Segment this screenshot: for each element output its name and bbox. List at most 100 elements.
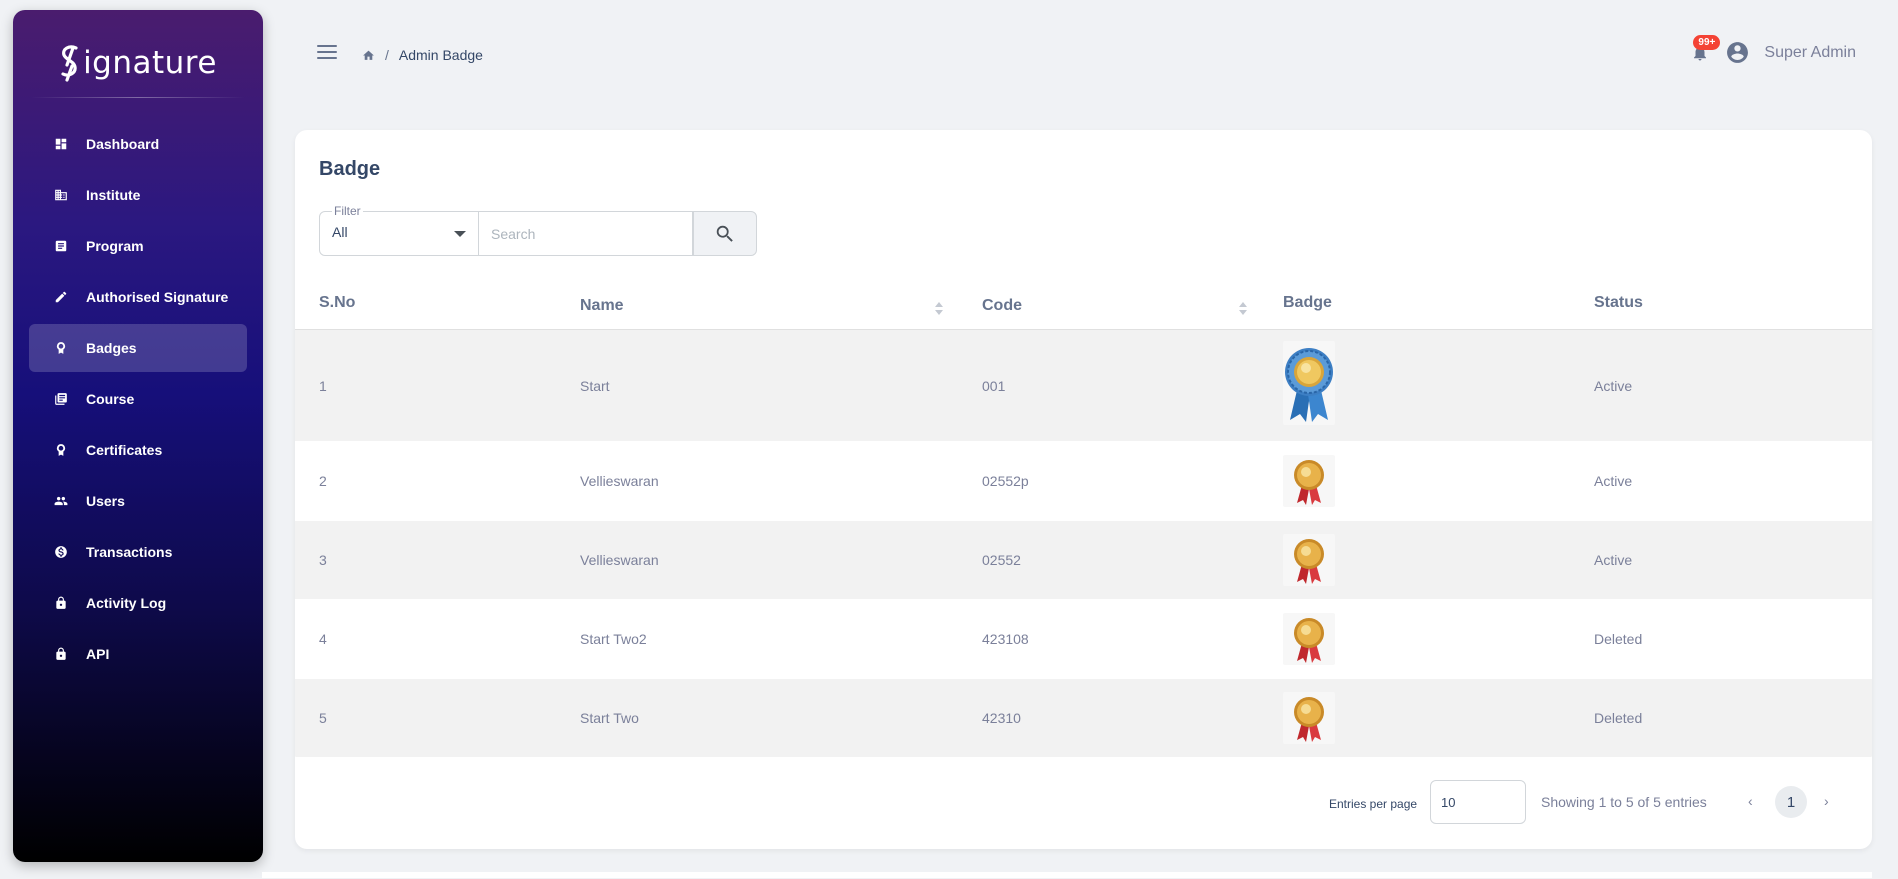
cell-sno: 5 (319, 710, 327, 726)
column-header-sno: S.No (319, 294, 356, 311)
cell-code: 02552 (982, 552, 1021, 568)
sidebar-item-authorised-signature[interactable]: Authorised Signature (29, 273, 247, 321)
page-1-button[interactable]: 1 (1775, 786, 1807, 818)
sidebar-item-label: API (86, 646, 110, 662)
page-title: Badge (319, 158, 381, 180)
cell-sno: 2 (319, 473, 327, 489)
institute-icon (54, 188, 68, 202)
lock-icon (54, 596, 68, 610)
gold-red-ribbon-medal-icon (1283, 613, 1335, 665)
sidebar-item-institute[interactable]: Institute (29, 171, 247, 219)
search-button[interactable] (693, 211, 757, 256)
sidebar-item-label: Program (86, 238, 144, 254)
table-row[interactable]: 1 Start 001 Active (295, 330, 1872, 442)
showing-entries-text: Showing 1 to 5 of 5 entries (1541, 794, 1707, 810)
sidebar-item-activity-log[interactable]: Activity Log (29, 579, 247, 627)
logo[interactable]: ignature (13, 38, 263, 88)
search-icon (716, 225, 733, 242)
column-header-name[interactable]: Name (580, 297, 624, 315)
next-page-button[interactable]: › (1824, 793, 1829, 809)
gold-red-ribbon-medal-icon (1283, 692, 1335, 744)
cell-name: Vellieswaran (580, 552, 659, 568)
course-icon (54, 392, 68, 406)
column-header-badge: Badge (1283, 294, 1332, 311)
entries-per-page-label: Entries per page (1329, 797, 1418, 811)
sidebar-item-certificates[interactable]: Certificates (29, 426, 247, 474)
search-input[interactable] (479, 211, 693, 256)
sidebar-item-label: Course (86, 391, 135, 407)
filter-select[interactable]: Filter All (319, 204, 479, 256)
cell-code: 42310 (982, 710, 1021, 726)
program-icon (54, 239, 68, 253)
cell-name: Start Two (580, 710, 639, 726)
cell-name: Start (580, 378, 610, 394)
notification-count-badge: 99+ (1693, 34, 1721, 50)
sidebar-item-dashboard[interactable]: Dashboard (29, 120, 247, 168)
lock-icon (54, 647, 68, 661)
footer-strip (262, 872, 1872, 878)
sidebar-item-transactions[interactable]: Transactions (29, 528, 247, 576)
cell-name: Start Two2 (580, 631, 647, 647)
hamburger-line (317, 51, 337, 53)
sidebar-item-label: Transactions (86, 544, 173, 560)
cell-status: Active (1594, 473, 1633, 489)
user-name[interactable]: Super Admin (1764, 44, 1856, 62)
sidebar-item-badges[interactable]: Badges (29, 324, 247, 372)
sidebar-item-course[interactable]: Course (29, 375, 247, 423)
certificate-icon (54, 443, 68, 457)
cell-sno: 3 (319, 552, 327, 568)
column-header-status: Status (1594, 294, 1643, 311)
sidebar-item-program[interactable]: Program (29, 222, 247, 270)
entries-per-page-input[interactable] (1430, 780, 1526, 824)
hamburger-line (317, 45, 337, 47)
breadcrumb: / Admin Badge (362, 47, 483, 63)
sidebar-item-users[interactable]: Users (29, 477, 247, 525)
pen-icon (54, 290, 68, 304)
cell-name: Vellieswaran (580, 473, 659, 489)
sidebar-item-label: Badges (86, 340, 137, 356)
cell-status: Deleted (1594, 631, 1643, 647)
badge-card: Badge Filter All S.No Name Code Badge St… (295, 130, 1872, 849)
gold-red-ribbon-medal-icon (1283, 455, 1335, 507)
table-row[interactable]: 5 Start Two 42310 Deleted (295, 679, 1872, 758)
account-circle-icon[interactable] (1725, 40, 1750, 65)
dashboard-icon (54, 137, 68, 151)
dollar-icon (54, 545, 68, 559)
cell-code: 02552p (982, 473, 1029, 489)
gold-red-ribbon-medal-icon (1283, 534, 1335, 586)
column-header-code[interactable]: Code (982, 297, 1022, 315)
sidebar: ignature Dashboard Institute Program Aut… (13, 10, 263, 862)
breadcrumb-current: Admin Badge (398, 47, 483, 63)
sort-name-icon[interactable] (935, 302, 943, 316)
table-row[interactable]: 4 Start Two2 423108 Deleted (295, 600, 1872, 679)
menu-toggle-button[interactable] (317, 45, 337, 59)
cell-sno: 4 (319, 631, 327, 647)
filter-group: Filter All (319, 204, 757, 256)
caret-down-icon (454, 231, 466, 237)
sort-code-icon[interactable] (1239, 302, 1247, 316)
sidebar-item-label: Certificates (86, 442, 163, 458)
sidebar-item-label: Institute (86, 187, 141, 203)
sidebar-item-label: Users (86, 493, 125, 509)
table-row[interactable]: 3 Vellieswaran 02552 Active (295, 521, 1872, 600)
sidebar-item-api[interactable]: API (29, 630, 247, 678)
breadcrumb-separator: / (385, 47, 389, 63)
sidebar-item-label: Dashboard (86, 136, 160, 152)
blue-ribbon-medal-icon (1283, 341, 1335, 425)
sidebar-item-label: Activity Log (86, 595, 167, 611)
previous-page-button[interactable]: ‹ (1748, 793, 1753, 809)
cell-status: Deleted (1594, 710, 1643, 726)
top-right-controls: 99+ Super Admin (1691, 34, 1856, 65)
badges-table: S.No Name Code Badge Status 1 Start 001 (295, 280, 1872, 758)
sidebar-divider (31, 97, 245, 98)
signature-s-icon (61, 45, 78, 82)
sidebar-item-label: Authorised Signature (86, 289, 229, 305)
hamburger-line (317, 57, 337, 59)
pagination: Entries per page Showing 1 to 5 of 5 ent… (295, 780, 1872, 826)
table-row[interactable]: 2 Vellieswaran 02552p Active (295, 442, 1872, 521)
cell-code: 001 (982, 378, 1006, 394)
notifications-button[interactable]: 99+ (1691, 34, 1721, 62)
filter-label: Filter (332, 204, 363, 218)
sidebar-nav: Dashboard Institute Program Authorised S… (29, 120, 247, 681)
home-icon[interactable] (362, 49, 375, 62)
